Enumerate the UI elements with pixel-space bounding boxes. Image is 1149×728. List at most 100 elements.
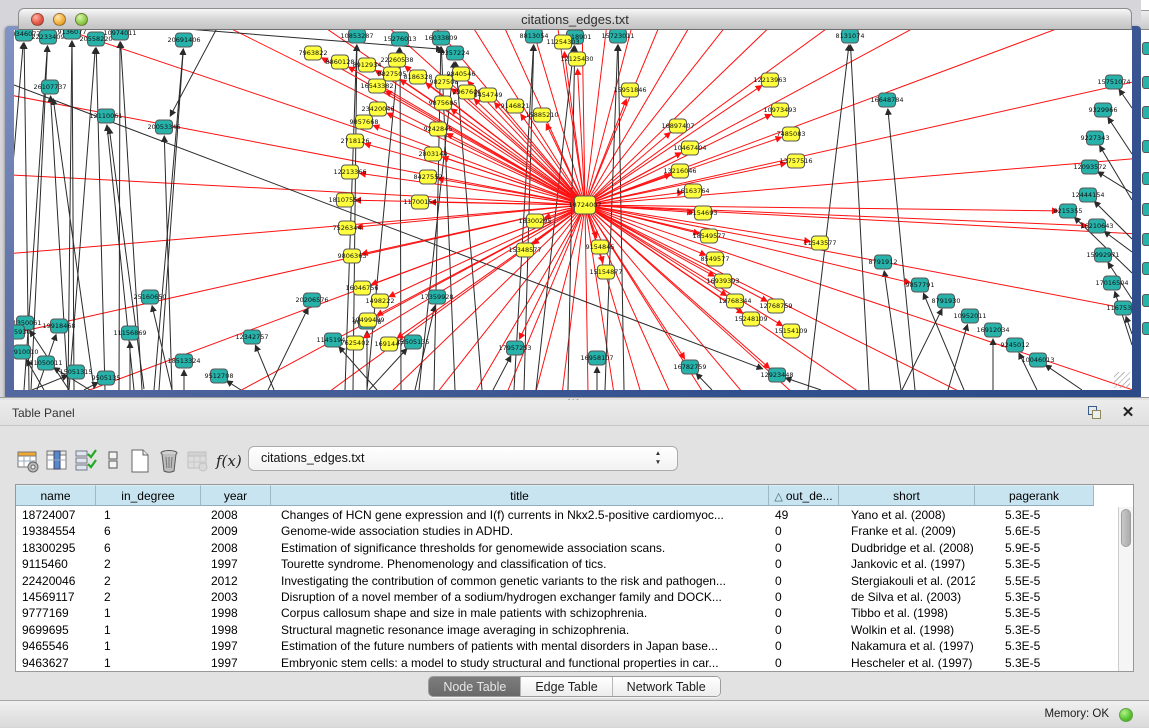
cell-short[interactable]: de Silva et al. (2003) (851, 589, 975, 605)
selected-edge[interactable] (585, 30, 1132, 205)
edge[interactable] (1045, 365, 1082, 390)
network-node[interactable]: 12342757 (235, 330, 268, 344)
cell-year[interactable]: 1998 (211, 622, 271, 638)
cell-name[interactable]: 9777169 (22, 605, 96, 621)
selected-network-node[interactable]: 11700154 (403, 195, 436, 209)
column-header-out_de[interactable]: △out_de... (769, 485, 839, 506)
cell-name[interactable]: 9463627 (22, 655, 96, 671)
selected-edge[interactable] (364, 205, 585, 338)
cell-out_de[interactable]: 0 (775, 556, 839, 572)
cell-year[interactable]: 1997 (211, 638, 271, 654)
function-fx-icon[interactable]: f(x) (216, 448, 240, 474)
edge[interactable] (948, 325, 967, 390)
edge[interactable] (227, 381, 241, 390)
selected-network-node[interactable]: 7526344 (333, 221, 362, 235)
column-header-in_degree[interactable]: in_degree (96, 485, 201, 506)
selected-network-node[interactable]: 2718126 (341, 134, 370, 148)
table-row[interactable]: 969969511998Structural magnetic resonanc… (16, 622, 1118, 638)
cell-in_degree[interactable]: 6 (104, 523, 201, 539)
cell-out_de[interactable]: 0 (775, 523, 839, 539)
cell-title[interactable]: Corpus callosum shape and size in male p… (281, 605, 769, 621)
zoom-window-icon[interactable] (75, 13, 88, 26)
network-node[interactable]: 9505135 (92, 371, 121, 385)
cell-name[interactable]: 9699695 (22, 622, 96, 638)
cell-short[interactable]: Jankovic et al. (1997) (851, 556, 975, 572)
column-header-name[interactable]: name (16, 485, 96, 506)
edge[interactable] (1119, 89, 1132, 108)
selected-network-node[interactable]: 12213963 (753, 73, 786, 87)
selected-edge[interactable] (585, 30, 1132, 205)
cell-year[interactable]: 2008 (211, 540, 271, 556)
cell-year[interactable]: 2012 (211, 573, 271, 589)
cell-in_degree[interactable]: 1 (104, 622, 201, 638)
cell-title[interactable]: Disruption of a novel member of a sodium… (281, 589, 769, 605)
cell-pagerank[interactable]: 5.3E-5 (1005, 655, 1094, 671)
cell-name[interactable]: 22420046 (22, 573, 96, 589)
selected-network-node[interactable]: 1691447 (375, 337, 404, 351)
network-node[interactable]: 12923448 (760, 368, 793, 382)
selected-network-node[interactable]: 8454749 (474, 88, 503, 102)
network-node[interactable]: 9512708 (205, 369, 234, 383)
edge[interactable] (84, 382, 98, 390)
cell-year[interactable]: 1998 (211, 605, 271, 621)
cell-title[interactable]: Genome-wide association studies in ADHD. (281, 523, 769, 539)
selected-edge[interactable] (585, 30, 1132, 205)
cell-in_degree[interactable]: 1 (104, 638, 201, 654)
edge[interactable] (493, 356, 511, 390)
selected-network-node[interactable]: 15951846 (613, 83, 646, 97)
cell-short[interactable]: Yano et al. (2008) (851, 507, 975, 523)
network-node[interactable]: 8357224 (441, 46, 470, 60)
cell-title[interactable]: Tourette syndrome. Phenomenology and cla… (281, 556, 769, 572)
cell-title[interactable]: Estimation of significance thresholds fo… (281, 540, 769, 556)
cell-out_de[interactable]: 0 (775, 655, 839, 671)
network-node[interactable]: 20910010 (14, 345, 39, 359)
network-node[interactable]: 15751074 (1097, 75, 1130, 89)
selected-network-node[interactable]: 9875685 (429, 96, 458, 110)
cell-name[interactable]: 14569117 (22, 589, 96, 605)
selected-network-node[interactable]: 12213366 (333, 165, 366, 179)
cell-year[interactable]: 1997 (211, 556, 271, 572)
cell-in_degree[interactable]: 2 (104, 556, 201, 572)
selected-edge[interactable] (585, 30, 1132, 205)
window-titlebar[interactable]: citations_edges.txt (18, 8, 1132, 30)
cell-title[interactable]: Investigating the contribution of common… (281, 573, 769, 589)
network-node[interactable]: 19918468 (42, 319, 75, 333)
selected-network-node[interactable]: 8860128 (326, 55, 355, 69)
cell-out_de[interactable]: 0 (775, 638, 839, 654)
network-node[interactable]: 8791930 (932, 294, 961, 308)
cell-title[interactable]: Changes of HCN gene expression and I(f) … (281, 507, 769, 523)
network-node[interactable]: 16648784 (870, 93, 903, 107)
cell-pagerank[interactable]: 5.3E-5 (1005, 556, 1094, 572)
cell-out_de[interactable]: 49 (775, 507, 839, 523)
selected-network-node[interactable]: 15248109 (734, 312, 767, 326)
edge[interactable] (1115, 292, 1132, 345)
selected-network-node[interactable]: 7485083 (777, 127, 806, 141)
table-settings-icon[interactable] (16, 448, 40, 474)
rows-icon[interactable] (102, 448, 126, 474)
edge[interactable] (1098, 172, 1132, 193)
network-node[interactable]: 15276013 (383, 32, 416, 46)
network-node[interactable]: 17016504 (1095, 276, 1128, 290)
selected-network-node[interactable]: 16897407 (661, 119, 694, 133)
network-node[interactable]: 16033809 (424, 31, 457, 45)
cell-in_degree[interactable]: 2 (104, 573, 201, 589)
selected-network-node[interactable]: 10973493 (763, 103, 796, 117)
network-node[interactable]: 16912034 (976, 323, 1009, 337)
edge[interactable] (1126, 317, 1132, 334)
column-header-year[interactable]: year (201, 485, 271, 506)
network-node[interactable]: 9329966 (1089, 103, 1118, 117)
table-row[interactable]: 1456911722003Disruption of a novel membe… (16, 589, 1118, 605)
selected-edge[interactable] (377, 205, 585, 315)
selected-network-node[interactable]: 1498222 (366, 294, 395, 308)
edge[interactable] (884, 271, 901, 390)
cell-out_de[interactable]: 0 (775, 605, 839, 621)
memory-status-icon[interactable] (1119, 708, 1133, 722)
delete-trash-icon[interactable] (158, 448, 182, 474)
edge[interactable] (888, 109, 915, 390)
cell-pagerank[interactable]: 5.3E-5 (1005, 589, 1094, 605)
network-node[interactable]: 10046013 (1021, 353, 1054, 367)
selected-network-node[interactable]: 9806363 (338, 249, 367, 263)
cell-out_de[interactable]: 0 (775, 540, 839, 556)
table-row[interactable]: 946554611997Estimation of the future num… (16, 638, 1118, 654)
edge[interactable] (568, 46, 575, 390)
